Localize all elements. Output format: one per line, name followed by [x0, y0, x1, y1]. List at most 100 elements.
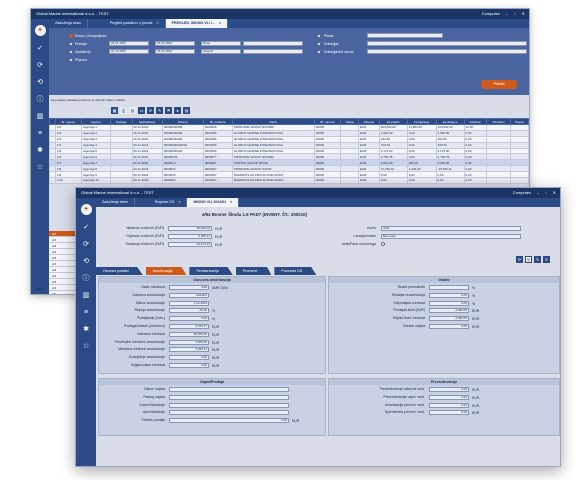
value-input[interactable]: 2024/01: [169, 292, 209, 298]
chart-icon[interactable]: ▥: [82, 291, 91, 300]
date-from2-input[interactable]: 01.01.2024: [155, 41, 195, 46]
value-input[interactable]: 0.00: [169, 363, 209, 368]
radio-prijevoz[interactable]: [69, 58, 73, 62]
amount-field[interactable]: Bruto: [201, 41, 241, 46]
value-input[interactable]: 20.00: [169, 308, 209, 314]
search-field[interactable]: [367, 33, 443, 38]
edit-icon[interactable]: ✎: [534, 256, 541, 263]
radio-zaduzenje[interactable]: [69, 50, 73, 54]
value-input[interactable]: 0.00: [429, 410, 469, 416]
value-input[interactable]: 48,000.00: [168, 226, 212, 231]
tab-povezani[interactable]: Povezani OS: [274, 267, 317, 275]
close-icon[interactable]: ✕: [553, 188, 556, 198]
filter-icon[interactable]: ⚑: [165, 107, 172, 114]
sync-icon[interactable]: ↻: [543, 256, 550, 263]
value-input[interactable]: 4,936.00: [429, 308, 469, 314]
date-to2-input[interactable]: 31.01.2024: [155, 49, 195, 54]
tab-amortizacija[interactable]: Amortizacija: [145, 267, 187, 275]
value-input[interactable]: 0.00: [169, 418, 289, 424]
value-input[interactable]: 0.00: [429, 394, 469, 400]
maximize-icon[interactable]: ▫: [514, 9, 515, 19]
check-icon[interactable]: ✓: [36, 44, 45, 53]
close-tab-icon[interactable]: ×: [219, 21, 221, 25]
radio-racuni[interactable]: [317, 50, 321, 54]
value-input[interactable]: AS0: [169, 285, 209, 290]
value-input[interactable]: 0.00: [429, 292, 469, 298]
date-from-input[interactable]: 01.01.2023: [109, 41, 149, 46]
value-input[interactable]: 0.00: [429, 324, 469, 329]
close-tab-icon[interactable]: ×: [178, 200, 180, 204]
value-input[interactable]: 2,000.00: [169, 339, 209, 345]
value-input[interactable]: 1,455.21: [169, 347, 209, 353]
value-input[interactable]: Bemanan: [381, 234, 521, 239]
filter-field[interactable]: [367, 41, 527, 46]
value-input[interactable]: 0.00: [429, 300, 469, 306]
close-tab-icon[interactable]: ×: [230, 200, 232, 204]
value-input[interactable]: 0.00: [429, 402, 469, 408]
lock-icon[interactable]: ◎: [525, 256, 532, 263]
minimize-icon[interactable]: –: [506, 9, 508, 19]
tab-zaduzenja[interactable]: Zaduženja stran: [49, 19, 88, 28]
value-input[interactable]: [169, 387, 289, 392]
value-input[interactable]: 0.00: [169, 316, 209, 322]
value-input[interactable]: 3,760.77: [169, 324, 209, 329]
value-input[interactable]: 1.10.2023: [169, 300, 209, 306]
close-tab-icon[interactable]: ×: [157, 21, 159, 25]
edit-icon[interactable]: ✎: [156, 107, 163, 114]
history-icon[interactable]: ⟲: [36, 78, 45, 87]
date-to-input[interactable]: 31.12.2023: [109, 49, 149, 54]
blank-field[interactable]: [243, 41, 303, 46]
tab-pregled[interactable]: Pregled podatkov o pomoč ×: [88, 19, 166, 28]
filter-field[interactable]: [367, 49, 527, 54]
tab-active[interactable]: PREGLED, IMONO VLI I... ×: [165, 19, 228, 28]
minimize-icon[interactable]: –: [537, 188, 539, 198]
tab-active[interactable]: IMONO VLI 2024/01 ×: [187, 198, 240, 207]
radio-dobavljac[interactable]: [317, 42, 321, 46]
tab-registar[interactable]: Registar OS ×: [135, 198, 188, 207]
table-icon[interactable]: ▤: [183, 107, 190, 114]
settings-icon[interactable]: ✱: [82, 325, 91, 334]
value-input[interactable]: 48,000.00: [169, 331, 209, 337]
pdf-icon[interactable]: ▤: [129, 107, 136, 114]
radio-prodaja[interactable]: [69, 42, 73, 46]
value-input[interactable]: [169, 402, 289, 408]
value-input[interactable]: [429, 285, 469, 290]
list-icon[interactable]: ≡: [82, 308, 91, 317]
info-icon[interactable]: ⓘ: [36, 95, 45, 104]
value-input[interactable]: 0431: [381, 226, 521, 231]
value-input[interactable]: 0.00: [169, 355, 209, 361]
tab-revalorizacija[interactable]: Revalorizacija: [189, 267, 233, 275]
radio-prikaz[interactable]: [317, 34, 321, 38]
refresh-icon[interactable]: ⟳: [82, 240, 91, 249]
settings-icon[interactable]: ✱: [36, 146, 45, 155]
value-input[interactable]: [169, 394, 289, 400]
value-input[interactable]: 3,455.21: [168, 234, 212, 239]
maximize-icon[interactable]: ▫: [545, 188, 546, 198]
value-input[interactable]: 4,936.00: [429, 316, 469, 322]
info-icon[interactable]: ⓘ: [82, 274, 91, 283]
blank-field[interactable]: [243, 49, 303, 54]
document-icon[interactable]: ▭: [138, 107, 145, 114]
refresh-icon[interactable]: ⟳: [516, 256, 523, 263]
star-icon[interactable]: ☆: [36, 163, 45, 172]
refresh-icon[interactable]: ⟳: [36, 61, 45, 70]
app-logo-icon[interactable]: ✦: [80, 204, 92, 215]
value-input[interactable]: [169, 410, 289, 416]
check-icon[interactable]: ✓: [82, 223, 91, 232]
star-icon[interactable]: ☆: [82, 342, 91, 351]
value-input[interactable]: 44,471.23: [168, 242, 212, 247]
radio-dovoz[interactable]: [69, 34, 73, 38]
close-icon[interactable]: ✕: [522, 9, 525, 19]
checkbox-radio[interactable]: [381, 242, 385, 246]
user-icon[interactable]: ●: [174, 107, 181, 114]
tab-osnovni[interactable]: Osnovni podatki: [96, 267, 143, 275]
tab-promene[interactable]: Promene: [235, 267, 272, 275]
tab-zaduzenja[interactable]: Zaduženja stran: [96, 198, 135, 207]
total-field[interactable]: Ukupno: [201, 49, 241, 54]
show-button[interactable]: Prikaži: [481, 80, 517, 89]
table-row[interactable]: 1/10 Agencija 10 00.11.2024 0000004 0000487 M…: [49, 177, 529, 184]
history-icon[interactable]: ⟲: [82, 257, 91, 266]
grid-icon[interactable]: ▦: [111, 107, 118, 114]
list-icon[interactable]: ≡: [36, 129, 45, 138]
value-input[interactable]: 0.00: [429, 387, 469, 392]
